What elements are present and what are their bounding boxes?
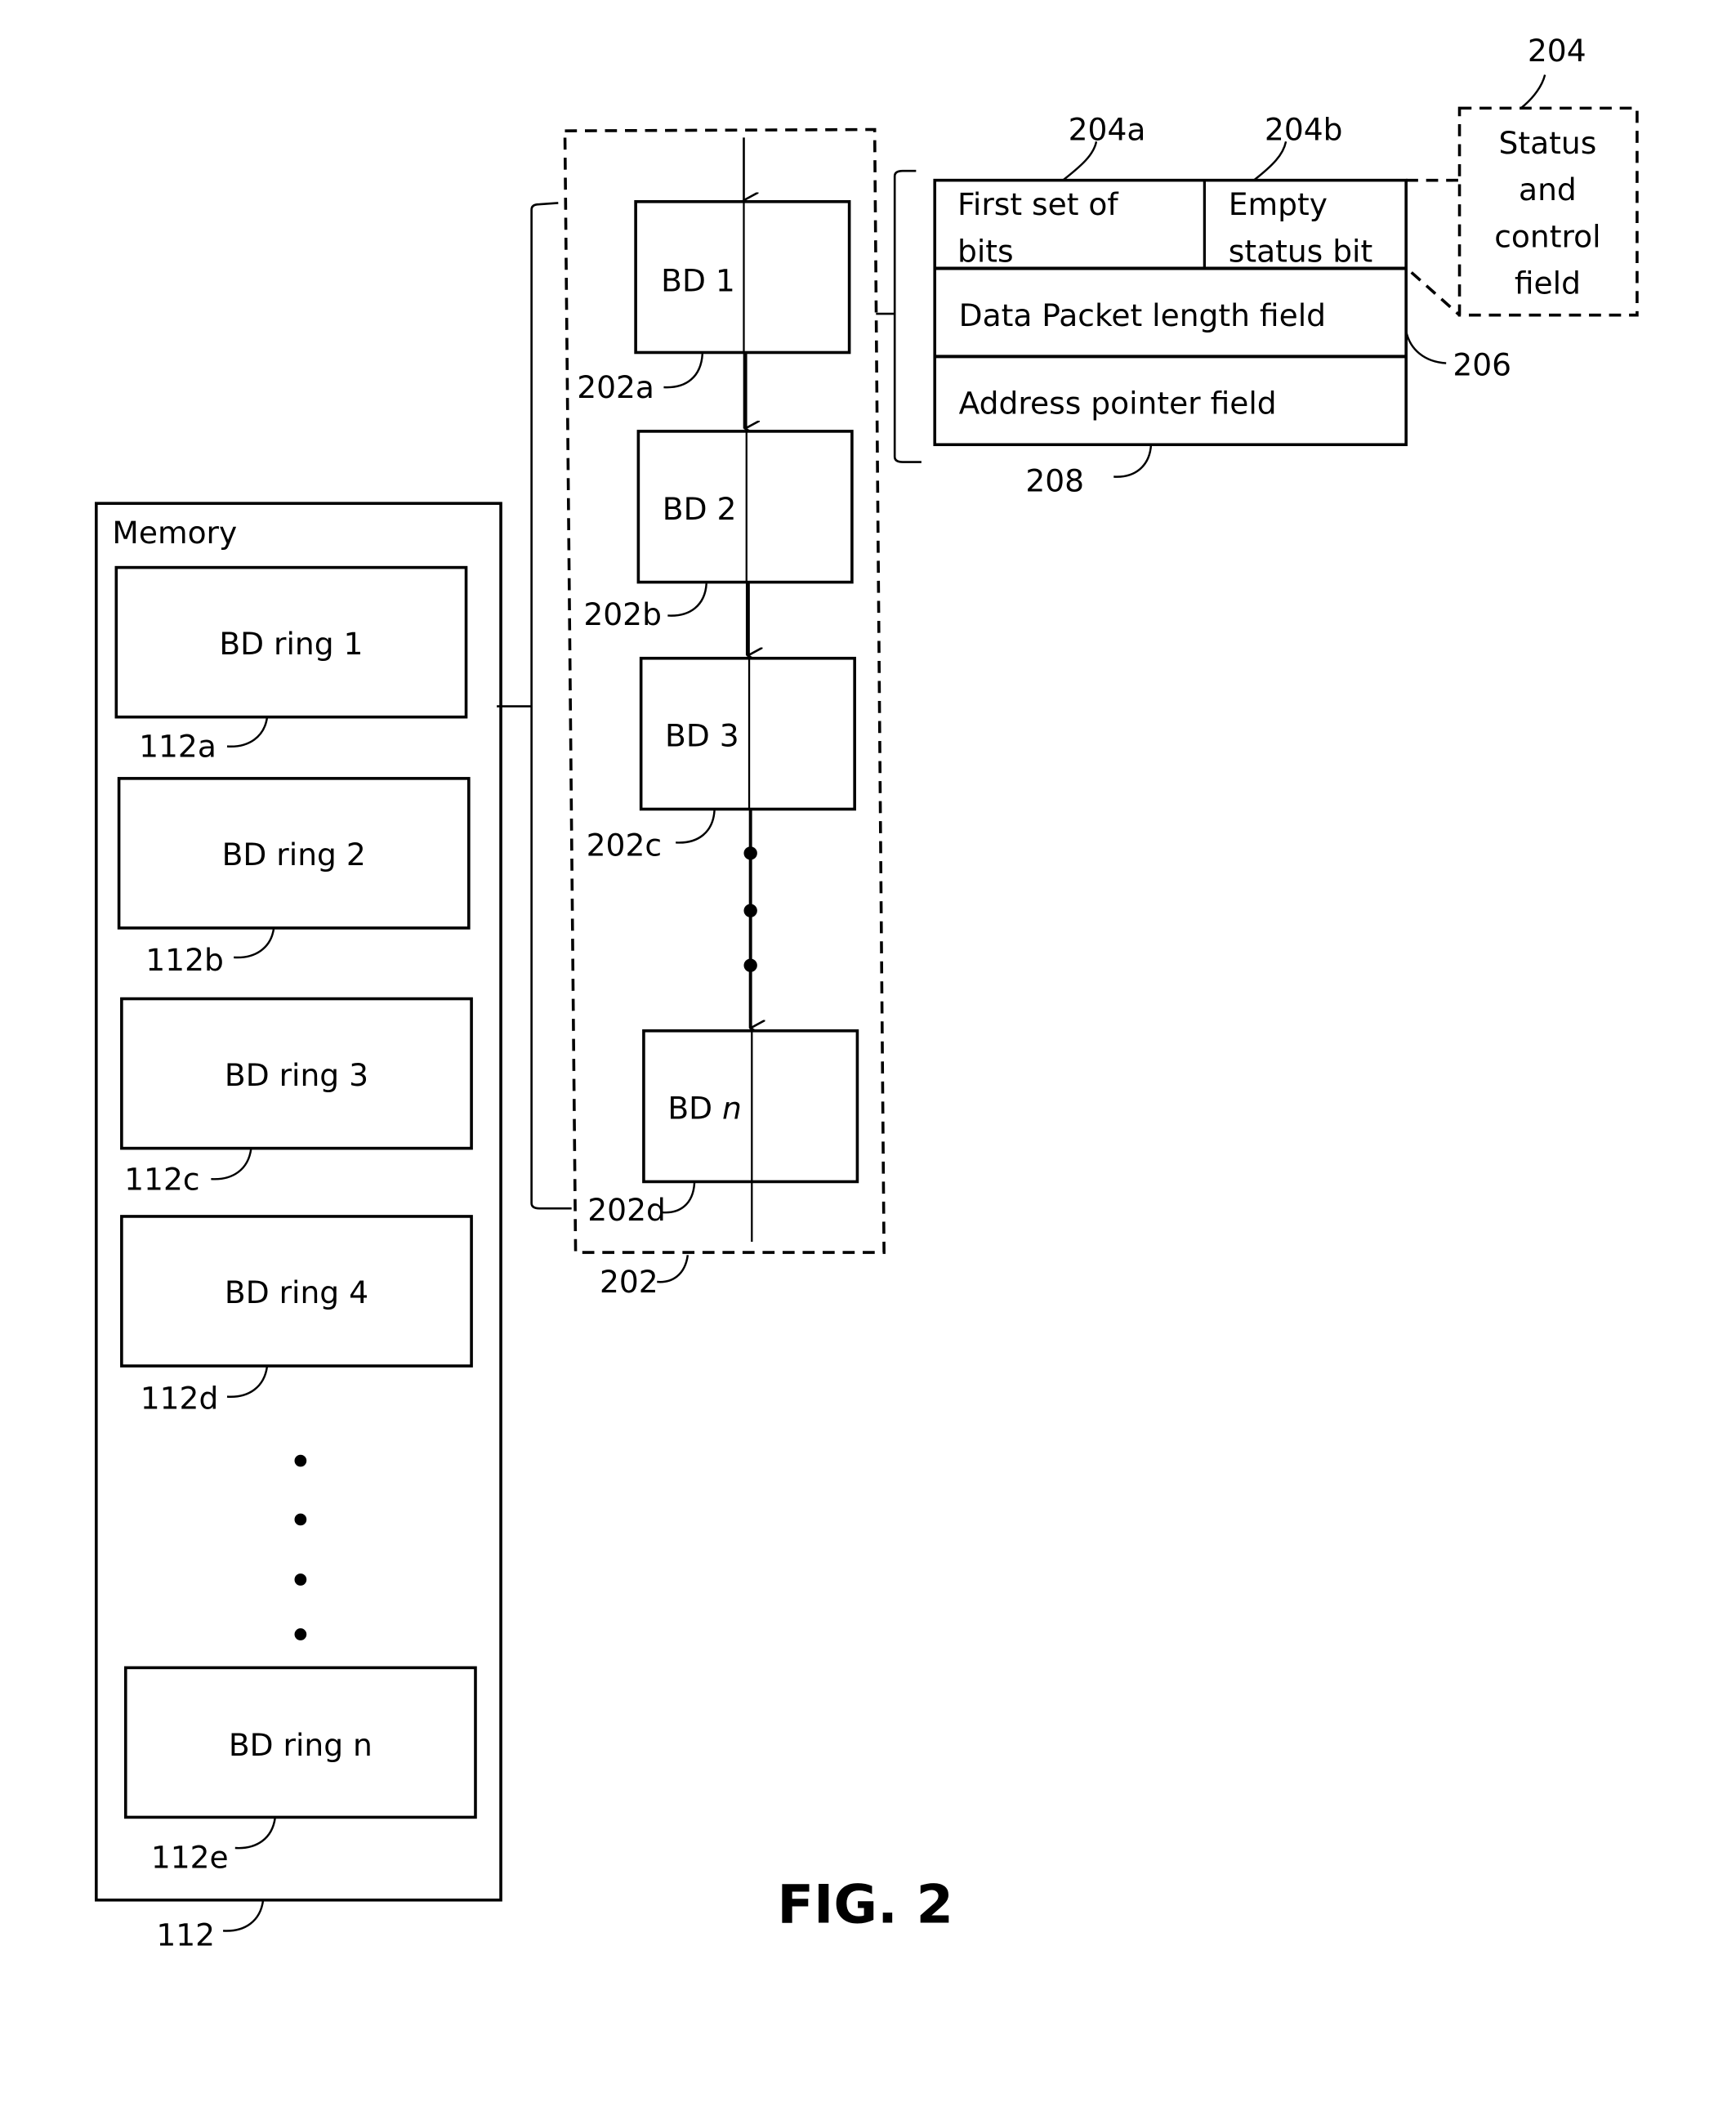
ref-112b: 112b xyxy=(145,942,224,978)
dot xyxy=(294,1573,307,1586)
field-label: status bit xyxy=(1229,233,1372,269)
memory-block: Memory BD ring 1 112a BD ring 2 112b BD … xyxy=(95,502,502,1953)
descriptor-brace xyxy=(876,169,922,463)
ref-206: 206 xyxy=(1453,346,1511,382)
leader-line xyxy=(662,1183,696,1214)
ref-204: 204 xyxy=(1528,33,1586,69)
memory-label: Memory xyxy=(112,515,237,551)
ref-204a: 204a xyxy=(1069,112,1146,148)
leader-line xyxy=(223,1899,265,1932)
callout-label: Status xyxy=(1499,125,1597,161)
bd-ring-label: BD ring n xyxy=(229,1727,373,1763)
leader-line xyxy=(676,810,716,844)
field-label: Address pointer field xyxy=(959,386,1277,422)
ref-202: 202 xyxy=(600,1264,658,1300)
leader-line xyxy=(1113,444,1153,478)
status-control-callout: Status and control field 204 xyxy=(1406,33,1639,317)
bd-1: BD 1 202a xyxy=(577,199,851,405)
dot xyxy=(294,1454,307,1467)
dot xyxy=(294,1628,307,1640)
leader-line xyxy=(1520,74,1546,109)
bd-label: BD n xyxy=(667,1091,742,1127)
callout-label: field xyxy=(1515,266,1581,301)
ref-202c: 202c xyxy=(587,828,662,864)
bd-n: BD n 202d xyxy=(587,1029,859,1242)
ref-202a: 202a xyxy=(577,369,654,405)
ref-112e: 112e xyxy=(151,1840,229,1876)
leader-line xyxy=(1404,331,1447,364)
field-label: Empty xyxy=(1229,186,1328,222)
leader-line xyxy=(657,1255,689,1283)
bd-3: BD 3 202c xyxy=(587,656,856,864)
ref-202d: 202d xyxy=(587,1192,666,1228)
ref-204b: 204b xyxy=(1265,112,1343,148)
field-label: First set of xyxy=(957,186,1118,222)
expansion-brace xyxy=(497,202,572,1210)
dot xyxy=(743,846,757,860)
ref-112a: 112a xyxy=(139,729,216,765)
ref-208: 208 xyxy=(1025,462,1084,498)
dot xyxy=(743,958,757,972)
bd-label: BD 1 xyxy=(661,262,735,298)
leader-line xyxy=(667,583,707,617)
bd-ring-label: BD ring 3 xyxy=(225,1057,368,1093)
callout-label: and xyxy=(1519,172,1577,208)
bd-chain: BD 1 202a BD 2 202b BD 3 202c BD n 202d … xyxy=(563,127,886,1300)
bd-ring-label: BD ring 2 xyxy=(222,837,366,873)
bd-ring-label: BD ring 4 xyxy=(225,1274,368,1310)
field-label: Data Packet length field xyxy=(959,297,1326,333)
fig2-diagram: Memory BD ring 1 112a BD ring 2 112b BD … xyxy=(95,33,1639,1953)
ref-112d: 112d xyxy=(141,1380,219,1416)
callout-connector xyxy=(1410,271,1461,317)
leader-line xyxy=(663,354,704,389)
ref-202b: 202b xyxy=(583,596,662,632)
descriptor-layout: First set of bits 204a Empty status bit … xyxy=(933,112,1511,498)
dot xyxy=(294,1513,307,1526)
bd-label: BD 3 xyxy=(665,718,739,754)
bd-ring-label: BD ring 1 xyxy=(219,626,363,662)
ref-112: 112 xyxy=(156,1917,215,1953)
field-label: bits xyxy=(957,233,1014,269)
bd-2: BD 2 202b xyxy=(583,430,854,632)
figure-title: FIG. 2 xyxy=(777,1874,953,1936)
ref-112c: 112c xyxy=(124,1161,199,1197)
callout-label: control xyxy=(1494,218,1600,254)
bd-label: BD 2 xyxy=(663,491,737,527)
dot xyxy=(743,904,757,917)
